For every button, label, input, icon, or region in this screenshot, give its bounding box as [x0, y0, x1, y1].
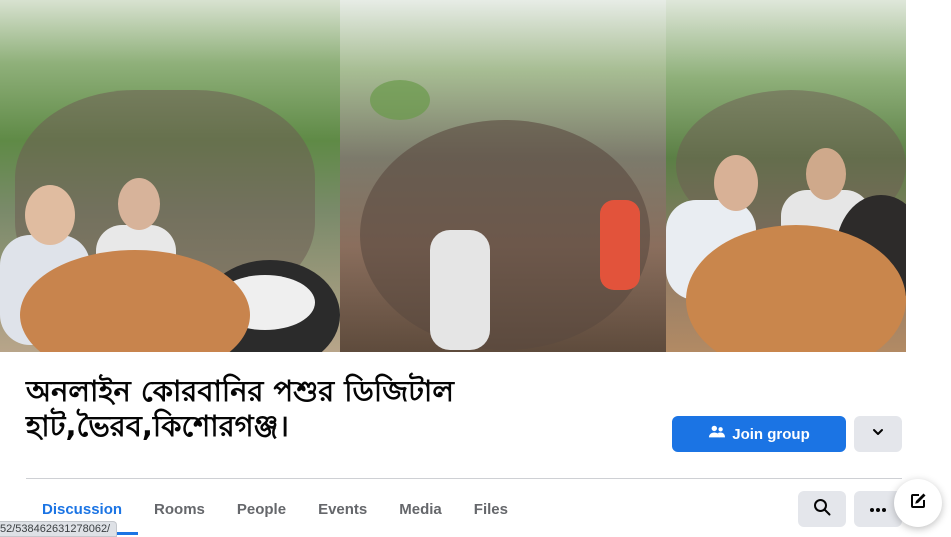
tab-files[interactable]: Files: [458, 491, 524, 529]
tab-media[interactable]: Media: [383, 491, 458, 529]
person-head-shape: [714, 155, 758, 211]
group-header: অনলাইন কোরবানির পশুর ডিজিটাল হাট,ভৈরব,কি…: [26, 374, 586, 444]
person-head-shape: [806, 148, 846, 200]
chevron-down-icon: [871, 425, 885, 444]
tab-events[interactable]: Events: [302, 491, 383, 529]
header-divider: [26, 478, 902, 479]
cover-photo-panel-center: [340, 0, 666, 352]
compose-icon: [908, 491, 928, 516]
person-head-shape: [25, 185, 75, 245]
person-shape: [430, 230, 490, 350]
cover-photo-panel-left: [0, 0, 340, 352]
cover-photo-panel-right: [666, 0, 906, 352]
people-icon: [708, 423, 726, 445]
more-icon: [869, 500, 887, 518]
join-group-label: Join group: [732, 425, 810, 443]
group-title[interactable]: অনলাইন কোরবানির পশুর ডিজিটাল হাট,ভৈরব,কি…: [26, 374, 586, 444]
search-button[interactable]: [798, 491, 846, 527]
cover-photo[interactable]: [0, 0, 906, 352]
group-options-dropdown[interactable]: [854, 416, 902, 452]
person-head-shape: [118, 178, 160, 230]
compose-button[interactable]: [894, 479, 942, 527]
join-group-button[interactable]: Join group: [672, 416, 846, 452]
search-icon: [813, 498, 831, 521]
tab-people[interactable]: People: [221, 491, 302, 529]
tab-rooms[interactable]: Rooms: [138, 491, 221, 529]
person-shape: [600, 200, 640, 290]
tree-shape: [370, 80, 430, 120]
